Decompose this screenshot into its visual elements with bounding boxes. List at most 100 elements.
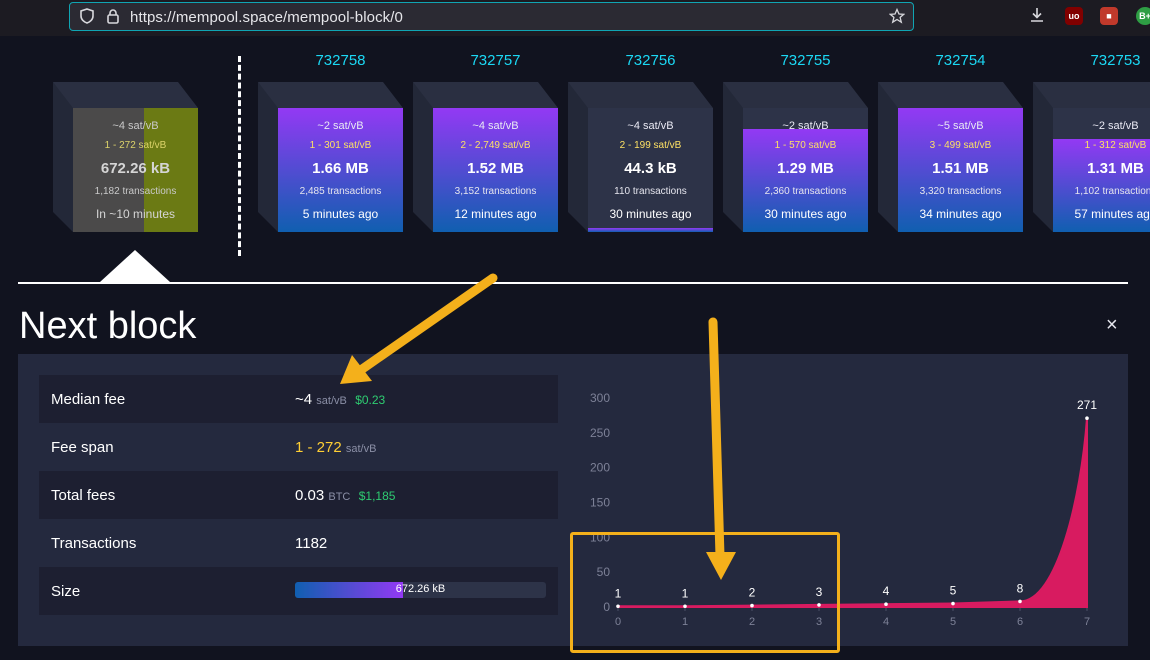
block-tx-count: 2,485 transactions <box>299 186 382 197</box>
block-side <box>413 82 433 232</box>
median-fee-row: Median fee ~4 sat/vB $0.23 <box>39 375 558 423</box>
lock-icon[interactable] <box>104 8 122 26</box>
median-fee-usd: $0.23 <box>355 393 386 407</box>
url-text[interactable]: https://mempool.space/mempool-block/0 <box>130 9 403 26</box>
block-face: ~4 sat/vB 1 - 272 sat/vB 672.26 kB 1,182… <box>73 108 198 232</box>
block-size: 1.31 MB <box>1087 160 1144 177</box>
size-progress-bar: 672.26 kB <box>295 582 546 598</box>
block-fee-range: 3 - 499 sat/vB <box>929 140 992 151</box>
block-1[interactable]: 732757 ~4 sat/vB 2 - 2,749 sat/vB 1.52 MB 3,… <box>413 52 558 232</box>
block-face: ~2 sat/vB 1 - 570 sat/vB 1.29 MB 2,360 tran… <box>743 108 868 232</box>
block-time: 34 minutes ago <box>919 207 1002 221</box>
block-median-fee: ~2 sat/vB <box>782 120 829 132</box>
block-2[interactable]: 732756 ~4 sat/vB 2 - 199 sat/vB 44.3 kB 110 … <box>568 52 713 232</box>
block-time: 30 minutes ago <box>764 207 847 221</box>
total-fees-unit: BTC <box>328 491 351 503</box>
block-median-fee: ~4 sat/vB <box>112 120 159 132</box>
median-fee-value: ~4 sat/vB $0.23 <box>295 391 385 408</box>
block-median-fee: ~5 sat/vB <box>937 120 984 132</box>
star-icon[interactable] <box>888 7 906 26</box>
x-tick-label: 5 <box>950 616 956 628</box>
block-time: 12 minutes ago <box>454 207 537 221</box>
block-height[interactable]: 732753 <box>1053 52 1150 69</box>
mempool-block-0[interactable]: ~4 sat/vB 1 - 272 sat/vB 672.26 kB 1,182… <box>53 82 198 232</box>
block-5[interactable]: 732753 ~2 sat/vB 1 - 312 sat/vB 1.31 MB 1,10… <box>1033 52 1150 232</box>
block-face: ~4 sat/vB 2 - 199 sat/vB 44.3 kB 110 transa… <box>588 108 713 232</box>
divider-dashed <box>238 56 241 256</box>
total-fees-value: 0.03 BTC $1,185 <box>295 487 395 504</box>
block-height[interactable]: 732754 <box>898 52 1023 69</box>
block-side <box>568 82 588 232</box>
fee-span-number: 1 - 272 <box>295 439 342 456</box>
browser-toolbar: https://mempool.space/mempool-block/0 uo… <box>0 0 1150 36</box>
data-point <box>1085 416 1089 421</box>
block-time: In ~10 minutes <box>95 207 176 221</box>
y-tick-label: 200 <box>590 461 610 475</box>
block-height[interactable]: 732755 <box>743 52 868 69</box>
data-label: 8 <box>1017 581 1024 595</box>
block-time: 30 minutes ago <box>609 207 692 221</box>
block-size: 672.26 kB <box>100 160 171 177</box>
y-tick-label: 150 <box>590 496 610 510</box>
section-separator <box>18 282 1128 284</box>
size-label: Size <box>51 583 81 600</box>
block-height[interactable]: 732757 <box>433 52 558 69</box>
fee-span-row: Fee span 1 - 272 sat/vB <box>39 423 558 471</box>
block-top <box>413 82 558 108</box>
data-label: 4 <box>883 584 890 598</box>
block-fee-range: 2 - 2,749 sat/vB <box>460 140 531 151</box>
block-side <box>723 82 743 232</box>
ublock-icon[interactable]: uo <box>1065 7 1083 25</box>
block-size: 1.66 MB <box>312 160 369 177</box>
x-tick-label: 4 <box>883 616 889 628</box>
block-fee-range: 1 - 272 sat/vB <box>104 140 167 151</box>
size-progress-text: 672.26 kB <box>395 583 446 595</box>
size-row: Size 672.26 kB <box>39 567 558 615</box>
block-fee-range: 1 - 312 sat/vB <box>1084 140 1147 151</box>
highlight-box <box>570 532 840 653</box>
median-fee-unit: sat/vB <box>316 395 347 407</box>
total-fees-usd: $1,185 <box>358 489 396 503</box>
block-tx-count: 110 transactions <box>614 186 687 197</box>
block-time: 5 minutes ago <box>302 207 379 221</box>
block-top <box>53 82 198 108</box>
transactions-label: Transactions <box>51 535 137 552</box>
y-tick-label: 250 <box>590 426 610 440</box>
fee-span-unit: sat/vB <box>345 443 377 455</box>
block-size: 44.3 kB <box>624 160 677 177</box>
block-fee-range: 1 - 301 sat/vB <box>309 140 372 151</box>
page-title: Next block <box>19 305 197 347</box>
block-median-fee: ~4 sat/vB <box>472 120 519 132</box>
transactions-value: 1182 <box>295 535 328 552</box>
block-top <box>878 82 1023 108</box>
security-icon[interactable]: ■ <box>1100 7 1118 25</box>
block-median-fee: ~2 sat/vB <box>317 120 364 132</box>
block-tx-count: 3,152 transactions <box>454 186 537 197</box>
block-side <box>53 82 73 232</box>
block-0[interactable]: 732758 ~2 sat/vB 1 - 301 sat/vB 1.66 MB 2,48… <box>258 52 403 232</box>
block-height[interactable]: 732756 <box>588 52 713 69</box>
block-tx-count: 1,102 transactions <box>1074 186 1150 197</box>
block-top <box>258 82 403 108</box>
total-fees-label: Total fees <box>51 487 116 504</box>
download-icon[interactable] <box>1028 7 1046 25</box>
x-tick-label: 7 <box>1084 616 1090 628</box>
block-face: ~2 sat/vB 1 - 312 sat/vB 1.31 MB 1,102 tran… <box>1053 108 1150 232</box>
block-top <box>1033 82 1150 108</box>
block-3[interactable]: 732755 ~2 sat/vB 1 - 570 sat/vB 1.29 MB 2,36… <box>723 52 868 232</box>
shield-icon[interactable] <box>78 8 96 26</box>
block-median-fee: ~4 sat/vB <box>627 120 674 132</box>
block-face: ~2 sat/vB 1 - 301 sat/vB 1.66 MB 2,485 tran… <box>278 108 403 232</box>
block-4[interactable]: 732754 ~5 sat/vB 3 - 499 sat/vB 1.51 MB 3,32… <box>878 52 1023 232</box>
total-fees-number: 0.03 <box>295 487 325 504</box>
selected-block-pointer <box>100 250 170 282</box>
close-button[interactable]: × <box>1106 314 1118 337</box>
block-side <box>878 82 898 232</box>
url-bar[interactable]: https://mempool.space/mempool-block/0 <box>69 2 914 31</box>
block-size: 1.52 MB <box>467 160 524 177</box>
block-fill <box>588 228 713 232</box>
block-side <box>1033 82 1053 232</box>
extension-icon[interactable]: B+ <box>1136 7 1150 25</box>
block-height[interactable]: 732758 <box>278 52 403 69</box>
block-top <box>723 82 868 108</box>
